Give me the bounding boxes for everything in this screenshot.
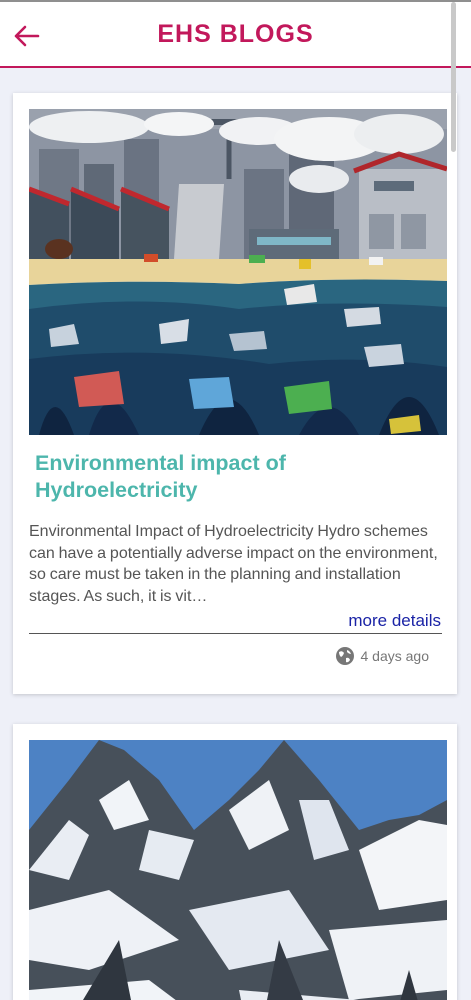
blog-image-mountain[interactable] [29, 740, 447, 1000]
blog-card[interactable]: Environmental impact of Hydroelectricity… [13, 93, 457, 694]
blog-image-pollution[interactable] [29, 109, 447, 435]
blog-list[interactable]: Environmental impact of Hydroelectricity… [0, 68, 471, 1000]
globe-icon [335, 647, 354, 665]
app-bar: EHS BLOGS [0, 2, 471, 68]
post-meta: 4 days ago [335, 646, 430, 666]
blog-card[interactable] [13, 724, 457, 1000]
blog-excerpt: Environmental Impact of Hydroelectricity… [29, 523, 438, 605]
blog-title[interactable]: Environmental impact of Hydroelectricity [35, 450, 435, 504]
divider [29, 633, 442, 634]
scrollbar[interactable] [451, 2, 456, 152]
more-details-link[interactable]: more details [348, 611, 441, 631]
page-title: EHS BLOGS [157, 20, 314, 48]
post-time: 4 days ago [360, 648, 430, 664]
